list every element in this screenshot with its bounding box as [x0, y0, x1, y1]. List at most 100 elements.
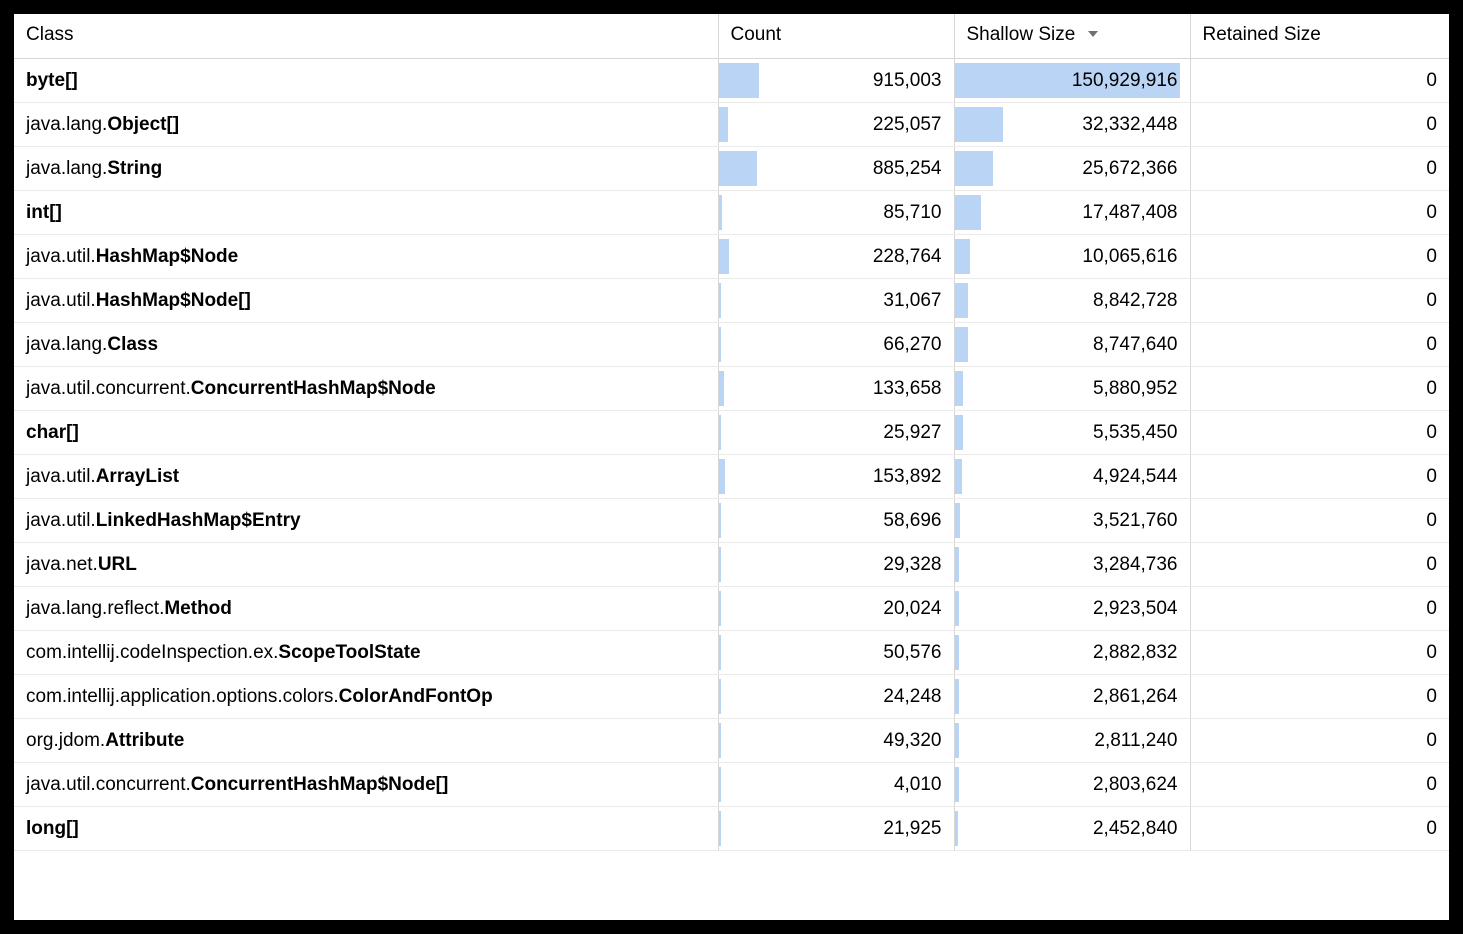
- retained-size-cell: 0: [1190, 103, 1449, 147]
- retained-size-value: 0: [1426, 70, 1437, 91]
- shallow-size-value: 8,842,728: [1093, 290, 1178, 311]
- table-row[interactable]: java.util.concurrent.ConcurrentHashMap$N…: [14, 763, 1449, 807]
- table-row[interactable]: com.intellij.codeInspection.ex.ScopeTool…: [14, 631, 1449, 675]
- table-row[interactable]: java.util.concurrent.ConcurrentHashMap$N…: [14, 367, 1449, 411]
- count-cell: 24,248: [718, 675, 954, 719]
- retained-size-cell: 0: [1190, 543, 1449, 587]
- count-bar: [719, 283, 721, 318]
- retained-size-value: 0: [1426, 290, 1437, 311]
- table-row[interactable]: int[]85,71017,487,4080: [14, 191, 1449, 235]
- count-cell: 29,328: [718, 543, 954, 587]
- count-bar: [719, 679, 721, 714]
- heap-classes-panel: Class Count Shallow Size Retained Size b…: [14, 14, 1449, 920]
- shallow-size-cell: 8,842,728: [954, 279, 1190, 323]
- table-row[interactable]: java.lang.Class66,2708,747,6400: [14, 323, 1449, 367]
- count-value: 25,927: [883, 422, 941, 443]
- class-name: ScopeToolState: [278, 642, 420, 663]
- class-name: ColorAndFontOp: [339, 686, 493, 707]
- table-row[interactable]: java.net.URL 29,328 3,284,736 0: [14, 543, 1449, 587]
- shallow-size-cell: 3,284,736: [954, 543, 1190, 587]
- retained-size-value: 0: [1426, 202, 1437, 223]
- class-package: java.lang.reflect.: [26, 598, 164, 619]
- retained-size-value: 0: [1426, 422, 1437, 443]
- table-row[interactable]: org.jdom.Attribute49,3202,811,2400: [14, 719, 1449, 763]
- count-cell: 915,003: [718, 59, 954, 103]
- class-cell: java.util.HashMap$Node: [14, 235, 718, 279]
- class-name: long[]: [26, 818, 79, 839]
- shallow-bar: [955, 547, 960, 582]
- count-value: 20,024: [883, 598, 941, 619]
- shallow-bar: [955, 723, 959, 758]
- class-package: java.net.: [26, 554, 98, 575]
- retained-size-cell: 0: [1190, 763, 1449, 807]
- shallow-size-value: 5,880,952: [1093, 378, 1178, 399]
- shallow-size-cell: 10,065,616: [954, 235, 1190, 279]
- retained-size-value: 0: [1426, 818, 1437, 839]
- shallow-bar: [955, 371, 964, 406]
- table-row[interactable]: java.util.HashMap$Node228,76410,065,6160: [14, 235, 1449, 279]
- frame: Class Count Shallow Size Retained Size b…: [0, 0, 1463, 934]
- count-value: 4,010: [894, 774, 942, 795]
- retained-size-cell: 0: [1190, 455, 1449, 499]
- column-header-count[interactable]: Count: [718, 14, 954, 59]
- table-row[interactable]: long[]21,9252,452,8400: [14, 807, 1449, 851]
- heap-classes-table: Class Count Shallow Size Retained Size b…: [14, 14, 1449, 851]
- shallow-size-cell: 17,487,408: [954, 191, 1190, 235]
- class-package: java.util.: [26, 510, 96, 531]
- retained-size-cell: 0: [1190, 147, 1449, 191]
- table-row[interactable]: java.util.ArrayList153,8924,924,5440: [14, 455, 1449, 499]
- class-cell: java.util.HashMap$Node[]: [14, 279, 718, 323]
- class-package: java.lang.: [26, 158, 107, 179]
- shallow-size-cell: 2,811,240: [954, 719, 1190, 763]
- table-header-row: Class Count Shallow Size Retained Size: [14, 14, 1449, 59]
- count-cell: 133,658: [718, 367, 954, 411]
- shallow-bar: [955, 195, 981, 230]
- class-name: URL: [98, 554, 137, 575]
- shallow-size-value: 2,861,264: [1093, 686, 1178, 707]
- column-header-retained-size[interactable]: Retained Size: [1190, 14, 1449, 59]
- table-row[interactable]: java.lang.Object[]225,05732,332,4480: [14, 103, 1449, 147]
- retained-size-value: 0: [1426, 334, 1437, 355]
- table-row[interactable]: byte[] 915,003 150,929,916 0: [14, 59, 1449, 103]
- class-cell: java.lang.Class: [14, 323, 718, 367]
- count-bar: [719, 239, 729, 274]
- retained-size-cell: 0: [1190, 807, 1449, 851]
- table-row[interactable]: com.intellij.application.options.colors.…: [14, 675, 1449, 719]
- retained-size-cell: 0: [1190, 191, 1449, 235]
- shallow-size-value: 32,332,448: [1082, 114, 1177, 135]
- table-row[interactable]: java.lang.String885,25425,672,3660: [14, 147, 1449, 191]
- class-cell: int[]: [14, 191, 718, 235]
- class-name: String: [107, 158, 162, 179]
- class-name: Object[]: [107, 114, 179, 135]
- shallow-bar: [955, 503, 960, 538]
- table-row[interactable]: java.lang.reflect.Method20,0242,923,5040: [14, 587, 1449, 631]
- class-name: byte[]: [26, 70, 78, 91]
- retained-size-cell: 0: [1190, 235, 1449, 279]
- class-cell: java.lang.String: [14, 147, 718, 191]
- shallow-size-cell: 150,929,916: [954, 59, 1190, 103]
- class-cell: java.util.LinkedHashMap$Entry: [14, 499, 718, 543]
- column-header-shallow-size[interactable]: Shallow Size: [954, 14, 1190, 59]
- class-name: Method: [164, 598, 232, 619]
- table-row[interactable]: char[]25,9275,535,4500: [14, 411, 1449, 455]
- shallow-size-cell: 32,332,448: [954, 103, 1190, 147]
- shallow-size-cell: 8,747,640: [954, 323, 1190, 367]
- count-bar: [719, 195, 723, 230]
- table-row[interactable]: java.util.HashMap$Node[]31,0678,842,7280: [14, 279, 1449, 323]
- count-cell: 225,057: [718, 103, 954, 147]
- table-row[interactable]: java.util.LinkedHashMap$Entry58,6963,521…: [14, 499, 1449, 543]
- shallow-size-cell: 2,882,832: [954, 631, 1190, 675]
- count-bar: [719, 327, 722, 362]
- retained-size-cell: 0: [1190, 719, 1449, 763]
- shallow-size-value: 2,811,240: [1094, 730, 1177, 751]
- class-package: org.jdom.: [26, 730, 105, 751]
- count-value: 58,696: [883, 510, 941, 531]
- class-name: char[]: [26, 422, 79, 443]
- shallow-size-value: 150,929,916: [1072, 70, 1178, 91]
- count-value: 21,925: [883, 818, 941, 839]
- count-value: 49,320: [883, 730, 941, 751]
- retained-size-value: 0: [1426, 466, 1437, 487]
- column-header-class[interactable]: Class: [14, 14, 718, 59]
- shallow-size-value: 3,284,736: [1093, 554, 1178, 575]
- shallow-size-cell: 25,672,366: [954, 147, 1190, 191]
